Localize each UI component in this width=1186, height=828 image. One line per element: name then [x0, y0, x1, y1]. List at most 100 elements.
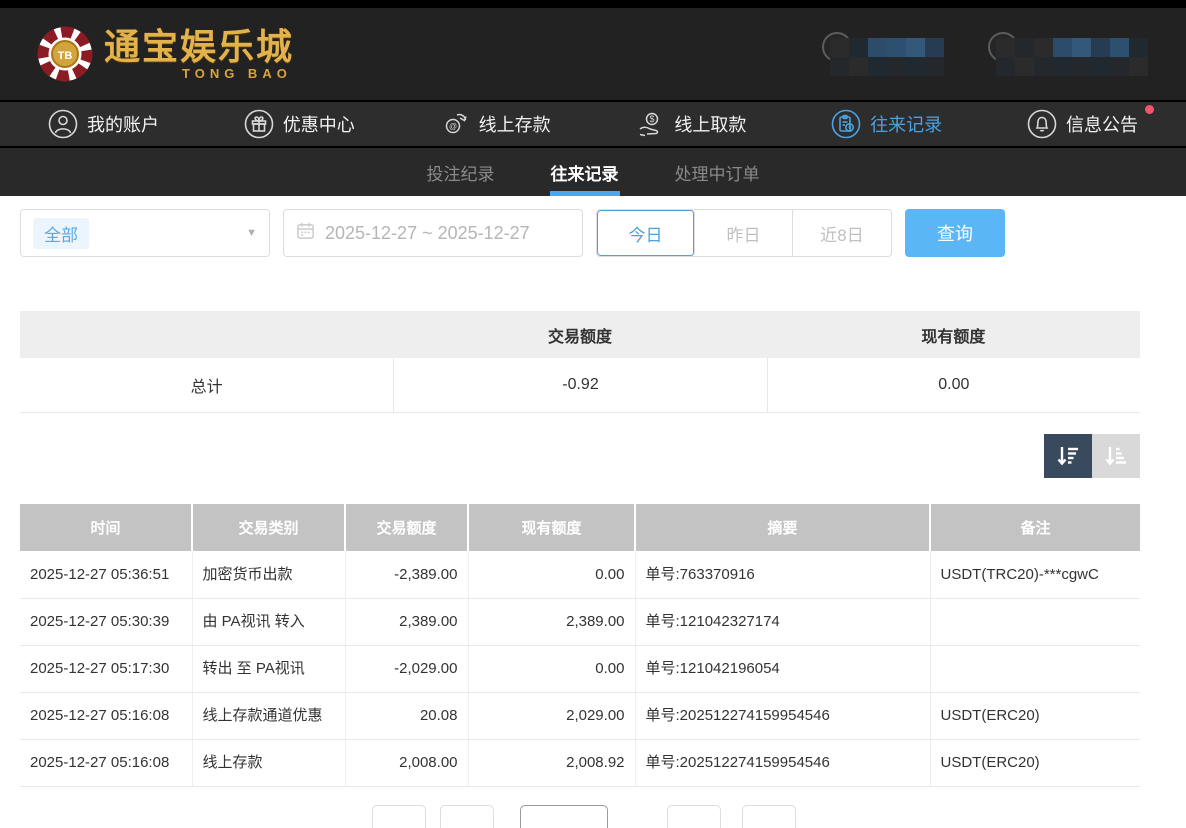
svg-text:@: @: [449, 122, 457, 131]
pagination-button[interactable]: [520, 805, 608, 828]
svg-text:TB: TB: [58, 50, 73, 62]
cell-type: 加密货币出款: [192, 551, 345, 598]
calendar-icon: [296, 221, 315, 245]
summary-total-row: 总计 -0.92 0.00: [20, 358, 1140, 413]
sort-ascending-button[interactable]: [1092, 434, 1140, 478]
tab-betting-records[interactable]: 投注纪录: [423, 148, 499, 196]
table-header-row: 时间 交易类别 交易额度 现有额度 摘要 备注: [20, 504, 1140, 551]
cell-summary: 单号:202512274159954546: [635, 692, 930, 739]
nav-item-deposit[interactable]: @ 线上存款: [440, 109, 551, 139]
summary-transaction-total: -0.92: [393, 358, 766, 412]
table-row: 2025-12-27 05:16:08 线上存款 2,008.00 2,008.…: [20, 739, 1140, 786]
tab-label: 投注纪录: [427, 160, 495, 185]
primary-nav: 我的账户 优惠中心 @ 线上存款 $: [0, 100, 1186, 148]
cell-amount: -2,029.00: [345, 645, 468, 692]
nav-label: 线上取款: [674, 111, 746, 137]
selected-category-tag[interactable]: 全部: [33, 218, 89, 249]
notification-dot: [1145, 105, 1154, 114]
cell-remark: USDT(TRC20)-***cgwC: [930, 551, 1140, 598]
col-header-amount: 交易额度: [345, 504, 468, 551]
summary-balance-total: 0.00: [767, 358, 1140, 412]
cell-balance: 0.00: [468, 645, 635, 692]
chevron-down-icon: ▼: [246, 227, 257, 239]
user-info-blurred-1: [822, 32, 946, 76]
tab-pending-orders[interactable]: 处理中订单: [671, 148, 764, 196]
deposit-icon: @: [440, 109, 470, 139]
withdraw-icon: $: [635, 109, 665, 139]
quick-btn-last-8-days[interactable]: 近8日: [793, 210, 891, 256]
pagination: [20, 805, 1166, 828]
site-header: TB 通宝娱乐城 TONG BAO: [0, 8, 1186, 100]
tab-transaction-records[interactable]: 往来记录: [547, 148, 623, 196]
top-strip: [0, 0, 1186, 8]
date-range-input[interactable]: 2025-12-27 ~ 2025-12-27: [283, 209, 583, 257]
summary-header-row: 交易额度 现有额度: [20, 311, 1140, 358]
cell-summary: 单号:763370916: [635, 551, 930, 598]
record-tabs: 投注纪录 往来记录 处理中订单: [0, 148, 1186, 196]
cell-amount: -2,389.00: [345, 551, 468, 598]
cell-time: 2025-12-27 05:30:39: [20, 598, 192, 645]
category-select[interactable]: 全部 ▼: [20, 209, 270, 257]
cell-balance: 0.00: [468, 551, 635, 598]
nav-label: 我的账户: [87, 111, 159, 137]
pagination-button[interactable]: [667, 805, 721, 828]
summary-header-transaction: 交易额度: [393, 323, 766, 347]
table-row: 2025-12-27 05:17:30 转出 至 PA视讯 -2,029.00 …: [20, 645, 1140, 692]
quick-btn-today[interactable]: 今日: [597, 210, 695, 256]
table-row: 2025-12-27 05:16:08 线上存款通道优惠 20.08 2,029…: [20, 692, 1140, 739]
records-icon: [831, 109, 861, 139]
bell-icon: [1027, 109, 1057, 139]
cell-remark: [930, 645, 1140, 692]
cell-type: 线上存款通道优惠: [192, 692, 345, 739]
pagination-button[interactable]: [742, 805, 796, 828]
cell-remark: [930, 598, 1140, 645]
nav-item-my-account[interactable]: 我的账户: [48, 109, 159, 139]
user-icon: [48, 109, 78, 139]
cell-summary: 单号:121042327174: [635, 598, 930, 645]
cell-remark: USDT(ERC20): [930, 739, 1140, 786]
cell-amount: 2,389.00: [345, 598, 468, 645]
cell-remark: USDT(ERC20): [930, 692, 1140, 739]
cell-type: 转出 至 PA视讯: [192, 645, 345, 692]
tab-label: 往来记录: [551, 160, 619, 185]
cell-balance: 2,029.00: [468, 692, 635, 739]
cell-time: 2025-12-27 05:36:51: [20, 551, 192, 598]
transactions-table: 时间 交易类别 交易额度 现有额度 摘要 备注 2025-12-27 05:36…: [20, 504, 1140, 787]
cell-time: 2025-12-27 05:17:30: [20, 645, 192, 692]
summary-total-label: 总计: [20, 358, 393, 412]
sort-ascending-icon: [1102, 442, 1130, 470]
filter-bar: 全部 ▼ 2025-12-27 ~ 2025-12-27 今日 昨日 近8日 查…: [20, 209, 1166, 257]
brand-logo[interactable]: TB 通宝娱乐城 TONG BAO: [36, 25, 294, 83]
pagination-button[interactable]: [440, 805, 494, 828]
pagination-button[interactable]: [372, 805, 426, 828]
table-row: 2025-12-27 05:30:39 由 PA视讯 转入 2,389.00 2…: [20, 598, 1140, 645]
gift-icon: [244, 109, 274, 139]
nav-item-promotions[interactable]: 优惠中心: [244, 109, 355, 139]
svg-text:$: $: [650, 114, 655, 124]
col-header-remark: 备注: [930, 504, 1140, 551]
sort-controls: [20, 434, 1140, 478]
cell-amount: 2,008.00: [345, 739, 468, 786]
poker-chip-logo-icon: TB: [36, 25, 94, 83]
quick-date-group: 今日 昨日 近8日: [596, 209, 892, 257]
cell-time: 2025-12-27 05:16:08: [20, 692, 192, 739]
nav-item-withdraw[interactable]: $ 线上取款: [635, 109, 746, 139]
user-info-area: [822, 32, 1150, 76]
cell-balance: 2,008.92: [468, 739, 635, 786]
cell-type: 由 PA视讯 转入: [192, 598, 345, 645]
nav-item-announcements[interactable]: 信息公告: [1027, 109, 1138, 139]
sort-descending-icon: [1054, 442, 1082, 470]
nav-label: 往来记录: [870, 111, 942, 137]
nav-item-transaction-records[interactable]: 往来记录: [831, 109, 942, 139]
cell-type: 线上存款: [192, 739, 345, 786]
tab-label: 处理中订单: [675, 160, 760, 185]
summary-table: 交易额度 现有额度 总计 -0.92 0.00: [20, 311, 1140, 413]
col-header-time: 时间: [20, 504, 192, 551]
query-button[interactable]: 查询: [905, 209, 1005, 257]
col-header-type: 交易类别: [192, 504, 345, 551]
cell-summary: 单号:202512274159954546: [635, 739, 930, 786]
brand-name: 通宝娱乐城: [104, 29, 294, 65]
quick-btn-yesterday[interactable]: 昨日: [695, 210, 793, 256]
cell-summary: 单号:121042196054: [635, 645, 930, 692]
sort-descending-button[interactable]: [1044, 434, 1092, 478]
